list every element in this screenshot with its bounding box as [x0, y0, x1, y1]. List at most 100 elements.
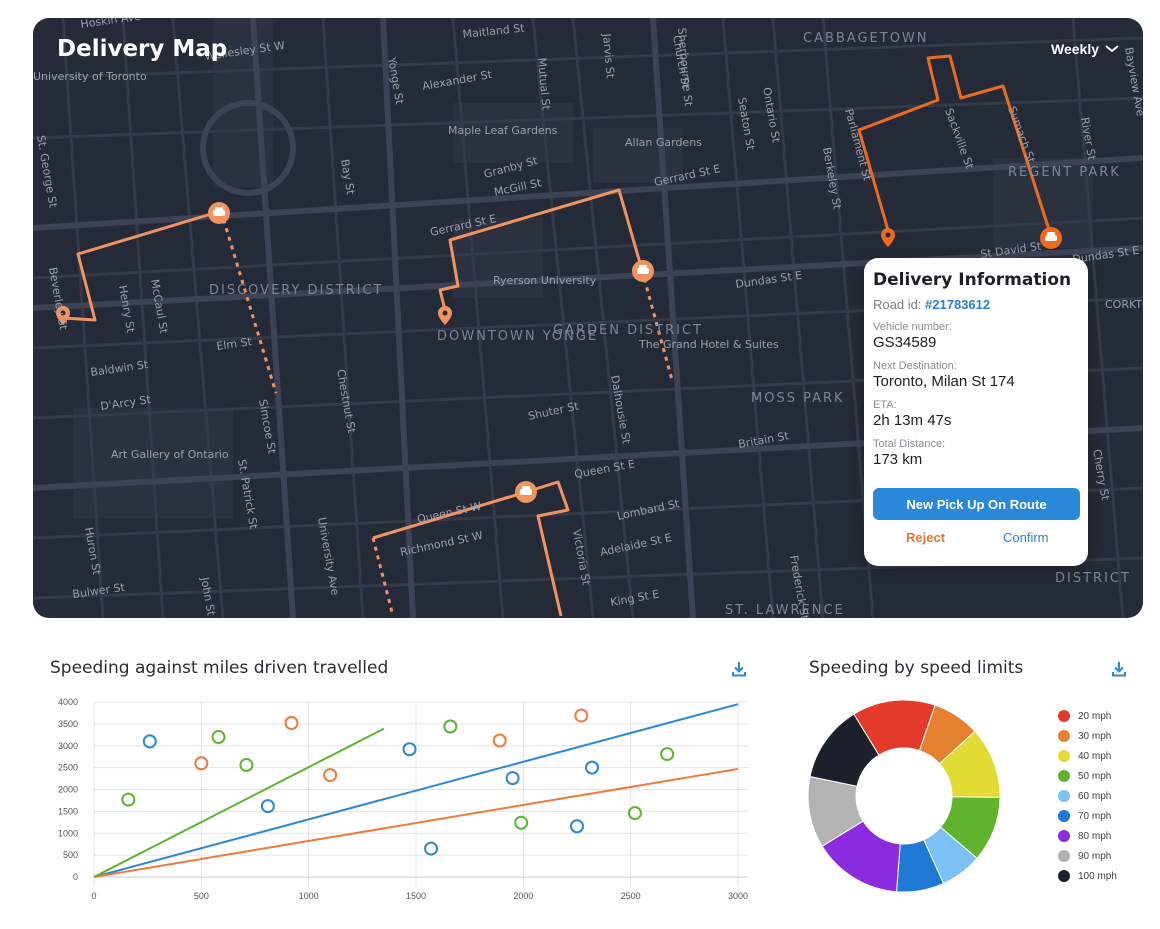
street-label: King St E [609, 588, 660, 609]
legend-item[interactable]: 60 mph [1058, 786, 1117, 806]
legend-label: 90 mph [1078, 850, 1112, 862]
scatter-point[interactable] [260, 799, 275, 814]
street-label: Jarvis St [600, 32, 617, 79]
street-label: River St [1078, 116, 1098, 162]
legend-swatch [1058, 870, 1070, 882]
period-dropdown[interactable]: Weekly [1051, 41, 1119, 57]
district-label: REGENT PARK [1008, 165, 1121, 180]
total-distance-value: 173 km [873, 451, 923, 468]
scatter-point[interactable] [585, 760, 600, 775]
vehicle-marker-4[interactable] [1040, 227, 1062, 249]
total-distance-label: Total Distance: [873, 438, 946, 450]
legend-label: 40 mph [1078, 750, 1112, 762]
scatter-point[interactable] [211, 730, 226, 744]
street-label: Maitland St [462, 21, 526, 40]
street-label: Chestnut St [334, 368, 358, 434]
street-label: Bulwer St [72, 581, 127, 601]
scatter-point[interactable] [194, 756, 209, 771]
legend-item[interactable]: 40 mph [1058, 746, 1117, 766]
y-tick-label: 3500 [58, 719, 78, 729]
road-id: Road id: #21783612 [873, 297, 1079, 312]
district-label: ST. LAWRENCE [725, 603, 845, 618]
x-tick-label: 1000 [299, 891, 319, 901]
district-label: DISCOVERY DISTRICT [209, 283, 383, 298]
legend-label: 20 mph [1078, 710, 1112, 722]
street-label: Maple Leaf Gardens [448, 124, 558, 137]
street-label: Allan Gardens [625, 136, 702, 149]
delivery-info-title: Delivery Information [873, 270, 1072, 290]
scatter-point[interactable] [660, 747, 675, 762]
street-label: Adelaide St E [599, 531, 673, 559]
scatter-point[interactable] [121, 792, 136, 807]
road-id-value[interactable]: #21783612 [925, 297, 990, 312]
x-tick-label: 1500 [406, 891, 426, 901]
scatter-point[interactable] [627, 806, 642, 821]
street-label: Lombard St [616, 497, 681, 523]
district-label: GARDEN DISTRICT [553, 323, 703, 338]
street-label: The Grand Hotel & Suites [638, 338, 779, 351]
scatter-point[interactable] [443, 719, 458, 734]
district-label: DISTRICT [1055, 571, 1131, 586]
pie-legend: 20 mph 30 mph 40 mph 50 mph 60 mph 70 mph 80 m… [1058, 706, 1117, 886]
y-tick-label: 0 [73, 872, 78, 882]
legend-item[interactable]: 50 mph [1058, 766, 1117, 786]
delivery-info-card: Delivery Information Road id: #21783612 … [864, 258, 1088, 566]
y-tick-label: 1500 [58, 806, 78, 816]
street-label: Sumach St [1005, 105, 1038, 166]
next-destination-label: Next Destination: [873, 360, 957, 372]
legend-label: 50 mph [1078, 770, 1112, 782]
eta-label: ETA: [873, 399, 897, 411]
legend-swatch [1058, 790, 1070, 802]
map-street [771, 18, 825, 618]
y-tick-label: 2000 [58, 785, 78, 795]
scatter-point[interactable] [424, 841, 439, 856]
legend-item[interactable]: 70 mph [1058, 806, 1117, 826]
street-label: Queen St W [416, 500, 483, 526]
confirm-button[interactable]: Confirm [1003, 530, 1049, 545]
street-label: Sackville St [942, 107, 976, 172]
y-tick-label: 3000 [58, 741, 78, 751]
legend-item[interactable]: 20 mph [1058, 706, 1117, 726]
x-tick-label: 2000 [513, 891, 533, 901]
reject-button[interactable]: Reject [906, 530, 945, 545]
street-label: Ryerson University [493, 274, 597, 287]
scatter-point[interactable] [284, 716, 299, 730]
scatter-point[interactable] [239, 758, 254, 772]
legend-item[interactable]: 80 mph [1058, 826, 1117, 846]
scatter-point[interactable] [574, 708, 589, 723]
map-street [33, 96, 1143, 140]
scatter-point[interactable] [402, 742, 417, 757]
legend-item[interactable]: 30 mph [1058, 726, 1117, 746]
eta-value: 2h 13m 47s [873, 412, 952, 429]
scatter-point[interactable] [514, 815, 529, 830]
x-tick-label: 500 [194, 891, 209, 901]
map-title: Delivery Map [57, 36, 228, 62]
route-south-pending[interactable] [371, 537, 395, 617]
scatter-chart: 0 500 1000 1500 2000 2500 3000 3500 4000 0 500 1000… [58, 697, 748, 901]
legend-item[interactable]: 90 mph [1058, 846, 1117, 866]
vehicle-marker-2[interactable] [632, 260, 654, 282]
download-icon[interactable] [730, 660, 748, 678]
scatter-point[interactable] [323, 768, 338, 783]
street-label: CORKTOWN [1105, 298, 1143, 311]
map-pin-east[interactable] [881, 228, 895, 247]
street-label: University Ave [315, 516, 342, 596]
street-label: Seaton St [735, 96, 757, 151]
scatter-point[interactable] [570, 819, 584, 834]
legend-item[interactable]: 100 mph [1058, 866, 1117, 886]
street-label: Baldwin St [90, 358, 150, 379]
y-tick-label: 2500 [58, 763, 78, 773]
vehicle-number-label: Vehicle number: [873, 321, 952, 333]
download-icon[interactable] [1110, 660, 1128, 678]
scatter-point[interactable] [142, 734, 157, 749]
street-label: Henry St [116, 284, 137, 334]
chevron-down-icon [1105, 45, 1119, 53]
vehicle-marker-3[interactable] [515, 481, 537, 503]
map-pin-central[interactable] [438, 306, 452, 325]
legend-label: 80 mph [1078, 830, 1112, 842]
vehicle-marker-1[interactable] [208, 202, 230, 224]
new-pickup-button[interactable]: New Pick Up On Route [873, 488, 1080, 520]
scatter-point[interactable] [492, 733, 507, 748]
street-label: Elm St [216, 335, 254, 353]
scatter-point[interactable] [505, 771, 520, 786]
